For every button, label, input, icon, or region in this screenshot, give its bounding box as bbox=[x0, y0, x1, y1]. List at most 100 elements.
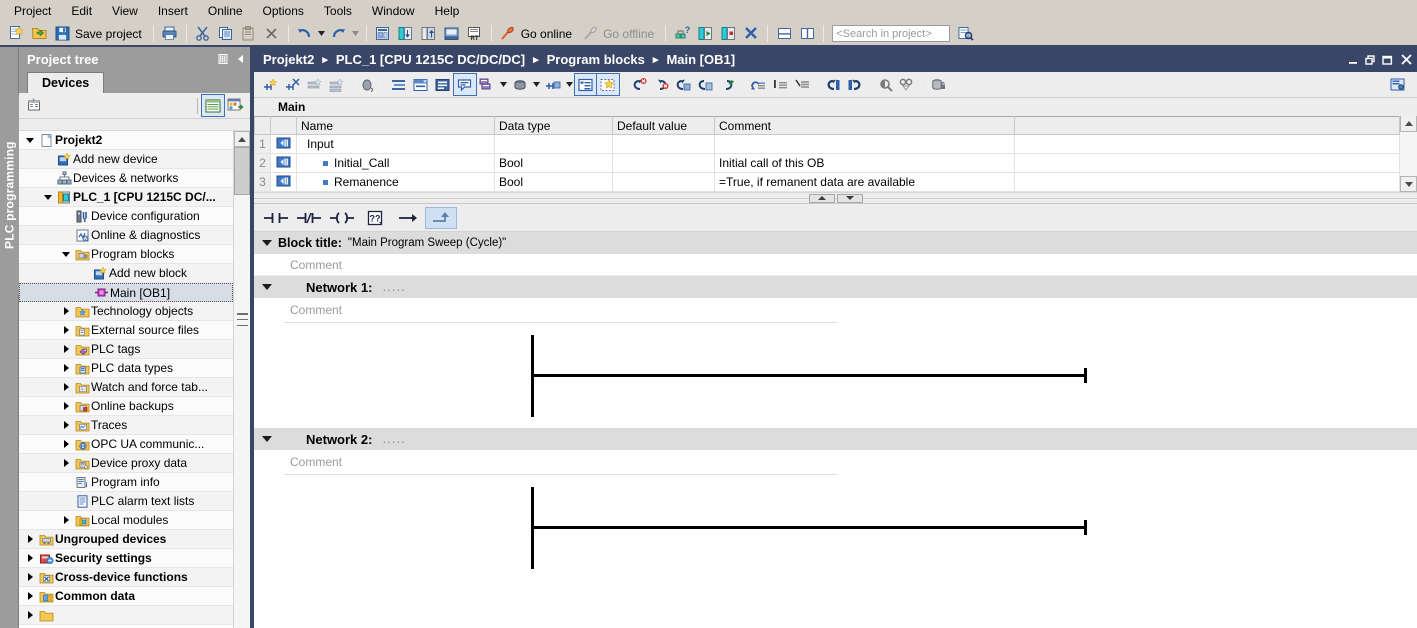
network-2-rung[interactable] bbox=[254, 475, 1417, 580]
network-overview-icon[interactable] bbox=[410, 74, 432, 95]
interface-comment-cell[interactable]: =True, if remanent data are available bbox=[715, 173, 1015, 192]
upload-icon[interactable] bbox=[542, 74, 564, 95]
download-to-device-icon[interactable] bbox=[395, 23, 417, 44]
menu-item-project[interactable]: Project bbox=[4, 2, 61, 20]
iface-scroll-up-button[interactable] bbox=[1400, 116, 1417, 132]
scroll-track[interactable] bbox=[234, 195, 250, 628]
upload-dropdown-icon[interactable] bbox=[564, 74, 575, 95]
close-button[interactable] bbox=[1395, 50, 1417, 70]
tree-twisty-right-icon[interactable] bbox=[59, 402, 73, 410]
go-offline-label[interactable]: Go offline bbox=[602, 27, 660, 41]
plc-programming-tab[interactable]: PLC programming bbox=[0, 95, 19, 295]
tab-devices[interactable]: Devices bbox=[27, 72, 104, 93]
col-name[interactable]: Name bbox=[297, 117, 495, 135]
tree-item-plc-tags[interactable]: PLC tags bbox=[19, 340, 233, 359]
open-project-icon[interactable] bbox=[28, 23, 50, 44]
tree-twisty-right-icon[interactable] bbox=[59, 326, 73, 334]
insert-input-icon[interactable] bbox=[747, 74, 769, 95]
output-coil-button[interactable] bbox=[326, 207, 358, 229]
goto-prev-difference-icon[interactable] bbox=[694, 74, 716, 95]
col-default-value[interactable]: Default value bbox=[613, 117, 715, 135]
monitoring-off-icon[interactable] bbox=[897, 74, 919, 95]
favorites-icon[interactable] bbox=[575, 74, 597, 95]
update-inconsistent-icon[interactable] bbox=[672, 74, 694, 95]
interface-table-row[interactable]: 2Initial_CallBoolInitial call of this OB bbox=[255, 154, 1400, 173]
interface-comment-cell[interactable]: Initial call of this OB bbox=[715, 154, 1015, 173]
tree-twisty-right-icon[interactable] bbox=[59, 459, 73, 467]
tree-item-local-modules[interactable]: Local modules bbox=[19, 511, 233, 530]
tree-twisty-down-icon[interactable] bbox=[41, 195, 55, 200]
breadcrumb-item-plc[interactable]: PLC_1 [CPU 1215C DC/DC/DC] bbox=[333, 52, 528, 67]
tree-item-cross-device-functions[interactable]: Cross-device functions bbox=[19, 568, 233, 587]
col-datatype[interactable]: Data type bbox=[495, 117, 613, 135]
menu-item-edit[interactable]: Edit bbox=[61, 2, 102, 20]
network-1-rung[interactable] bbox=[254, 323, 1417, 428]
download-without-reinit-icon[interactable] bbox=[509, 74, 531, 95]
goto-next-difference-icon[interactable] bbox=[716, 74, 738, 95]
empty-box-button[interactable]: ?? bbox=[359, 207, 391, 229]
interface-table-row[interactable]: 1Input bbox=[255, 135, 1400, 154]
interface-comment-cell[interactable] bbox=[715, 135, 1015, 154]
close-branch-button[interactable] bbox=[425, 207, 457, 229]
bookmarks-icon[interactable] bbox=[597, 74, 619, 95]
paste-icon[interactable] bbox=[238, 23, 260, 44]
tree-item-security-settings[interactable]: Security settings bbox=[19, 549, 233, 568]
project-tree-scrollbar[interactable] bbox=[233, 131, 250, 628]
tree-item-external-source-files[interactable]: External source files bbox=[19, 321, 233, 340]
network-comments-on-icon[interactable] bbox=[454, 74, 476, 95]
customize-columns-icon[interactable] bbox=[224, 95, 246, 116]
col-comment[interactable]: Comment bbox=[715, 117, 1015, 135]
interface-type-cell[interactable]: Bool bbox=[495, 173, 613, 192]
menu-item-online[interactable]: Online bbox=[198, 2, 253, 20]
tree-item-blank[interactable] bbox=[19, 606, 233, 625]
redo-icon[interactable] bbox=[328, 23, 350, 44]
monitor-dropdown-icon[interactable] bbox=[498, 74, 509, 95]
tree-twisty-down-icon[interactable] bbox=[23, 138, 37, 143]
stop-cpu-icon[interactable] bbox=[717, 23, 739, 44]
tree-twisty-right-icon[interactable] bbox=[59, 516, 73, 524]
tree-item-device-configuration[interactable]: Device configuration bbox=[19, 207, 233, 226]
maximize-button[interactable] bbox=[1378, 50, 1395, 70]
iface-scroll-down-button[interactable] bbox=[1400, 176, 1417, 192]
collapse-panel-icon[interactable] bbox=[232, 50, 250, 68]
interface-default-cell[interactable] bbox=[613, 135, 715, 154]
network-2-comment-field[interactable]: Comment bbox=[254, 450, 1417, 474]
start-cpu-icon[interactable] bbox=[694, 23, 716, 44]
scroll-up-button[interactable] bbox=[234, 131, 250, 147]
tree-item-plc-1-cpu-1215c-dc[interactable]: PLC_1 [CPU 1215C DC/... bbox=[19, 188, 233, 207]
split-vertical-icon[interactable] bbox=[796, 23, 818, 44]
menu-item-insert[interactable]: Insert bbox=[148, 2, 198, 20]
save-project-icon[interactable] bbox=[51, 23, 73, 44]
breadcrumb-item-main[interactable]: Main [OB1] bbox=[663, 52, 738, 67]
tree-twisty-right-icon[interactable] bbox=[59, 345, 73, 353]
interface-access-icon[interactable] bbox=[271, 173, 297, 192]
go-online-icon[interactable] bbox=[497, 23, 519, 44]
print-icon[interactable] bbox=[159, 23, 181, 44]
show-all-rungs-icon[interactable] bbox=[388, 74, 410, 95]
open-branch-button[interactable] bbox=[392, 207, 424, 229]
normally-open-contact-button[interactable] bbox=[260, 207, 292, 229]
collapse-network-2-icon[interactable] bbox=[262, 436, 272, 442]
tree-item-projekt2[interactable]: Projekt2 bbox=[19, 131, 233, 150]
interface-scrollbar[interactable] bbox=[1400, 116, 1417, 192]
delete-network-icon[interactable] bbox=[282, 74, 304, 95]
go-offline-icon[interactable] bbox=[579, 23, 601, 44]
network-1-title-field[interactable]: ․․․․․ bbox=[382, 281, 405, 294]
tree-twisty-right-icon[interactable] bbox=[23, 592, 37, 600]
tree-item-online-diagnostics[interactable]: VOnline & diagnostics bbox=[19, 226, 233, 245]
interface-name-cell[interactable]: Remanence bbox=[297, 173, 495, 192]
tree-item-program-info[interactable]: iProgram info bbox=[19, 473, 233, 492]
menu-item-tools[interactable]: Tools bbox=[314, 2, 362, 20]
tree-item-main-ob1[interactable]: Main [OB1] bbox=[19, 283, 233, 302]
goto-previous-error-icon[interactable] bbox=[628, 74, 650, 95]
undo-dropdown-icon[interactable] bbox=[317, 23, 327, 44]
absolute-symbolic-icon[interactable] bbox=[357, 74, 379, 95]
interface-access-icon[interactable] bbox=[271, 154, 297, 173]
minimize-button[interactable] bbox=[1344, 50, 1361, 70]
block-title-value[interactable]: "Main Program Sweep (Cycle)" bbox=[348, 237, 506, 249]
monitoring-on-icon[interactable] bbox=[875, 74, 897, 95]
go-online-label[interactable]: Go online bbox=[520, 27, 578, 41]
redo-dropdown-icon[interactable] bbox=[351, 23, 361, 44]
pin-panel-icon[interactable] bbox=[214, 50, 232, 68]
insert-row-icon[interactable] bbox=[769, 74, 791, 95]
